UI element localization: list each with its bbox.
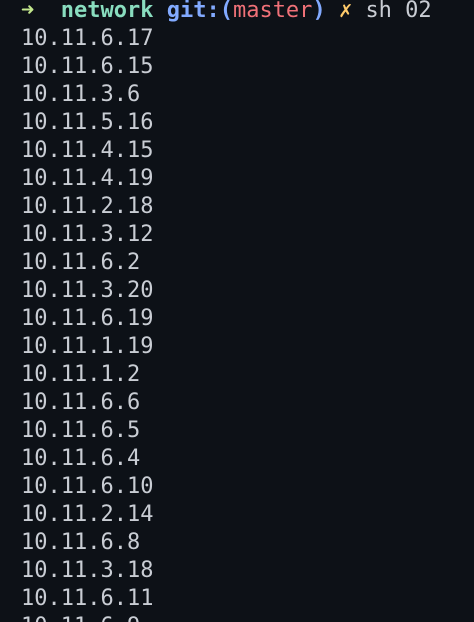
output-line: 10.11.6.15	[21, 54, 154, 79]
terminal-window[interactable]: ➜ network git:(master) ✗ sh 02 10.11.6.1…	[0, 0, 474, 622]
git-suffix: )	[312, 0, 326, 23]
output-line: 10.11.4.19	[21, 166, 154, 191]
output-line: 10.11.6.19	[21, 306, 154, 331]
output-line: 10.11.2.18	[21, 194, 154, 219]
git-prefix: git:(	[166, 0, 233, 23]
output-line: 10.11.6.11	[21, 586, 154, 611]
entered-command: sh 02	[365, 0, 432, 23]
output-line: 10.11.6.9	[21, 613, 153, 622]
command-output: 10.11.6.17 10.11.6.15 10.11.3.6 10.11.5.16 1…	[21, 25, 153, 622]
output-line: 10.11.6.10	[21, 474, 154, 499]
current-directory: network	[60, 0, 154, 23]
dirty-marker-icon: ✗	[338, 0, 353, 23]
output-line: 10.11.6.4	[21, 446, 141, 471]
output-line: 10.11.4.15	[21, 138, 154, 163]
output-line: 10.11.1.19	[21, 334, 154, 359]
output-line: 10.11.6.17	[21, 26, 154, 51]
output-line: 10.11.6.6	[21, 390, 141, 415]
output-line: 10.11.1.2	[21, 362, 141, 387]
shell-prompt: ➜ network git:(master) ✗ sh 02	[21, 0, 432, 25]
output-line: 10.11.6.2	[21, 250, 141, 275]
git-branch: master	[232, 0, 313, 23]
output-line: 10.11.3.6	[21, 82, 141, 107]
output-line: 10.11.2.14	[21, 502, 154, 527]
output-line: 10.11.6.8	[21, 530, 141, 555]
prompt-arrow-icon: ➜	[21, 0, 35, 23]
output-line: 10.11.3.18	[21, 558, 154, 583]
output-line: 10.11.3.12	[21, 222, 154, 247]
output-line: 10.11.6.5	[21, 418, 141, 443]
output-line: 10.11.3.20	[21, 278, 154, 303]
output-line: 10.11.5.16	[21, 110, 154, 135]
